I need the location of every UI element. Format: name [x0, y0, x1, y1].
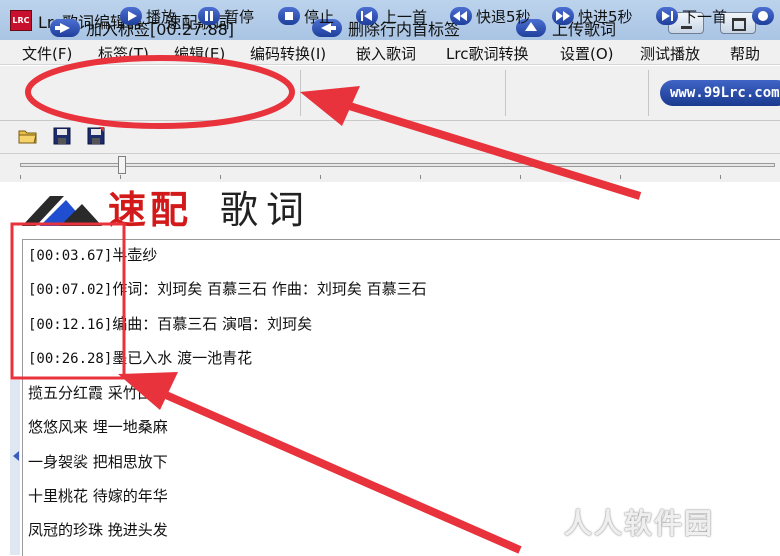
save-as-icon[interactable] [86, 126, 106, 146]
menu-tag[interactable]: 标签(T) [98, 43, 149, 64]
menu-test-play[interactable]: 测试播放 [640, 43, 700, 64]
gutter-arrow-icon [13, 451, 19, 461]
menu-edit[interactable]: 编辑(E) [174, 43, 225, 64]
stop-icon [278, 7, 300, 25]
next-icon [656, 7, 678, 25]
lyric-text: 作词：刘珂矣 百慕三石 作曲：刘珂矣 百慕三石 [112, 280, 427, 298]
rewind-icon [450, 7, 472, 25]
open-folder-icon[interactable] [18, 126, 38, 146]
progress-slider[interactable] [20, 163, 775, 167]
fast-forward-icon [552, 7, 574, 25]
lyric-line[interactable]: [00:12.16]编曲：百慕三石 演唱：刘珂矣 [28, 313, 312, 334]
pause-label: 暂停 [224, 7, 255, 26]
menu-settings[interactable]: 设置(O) [560, 43, 614, 64]
previous-label: 上一首 [382, 7, 428, 26]
website-link-button[interactable]: www.99Lrc.com [660, 80, 780, 106]
pause-button[interactable]: 暂停 [198, 6, 254, 26]
previous-track-button[interactable]: 上一首 [356, 6, 427, 26]
toolbar-separator [505, 70, 506, 116]
menu-encoding[interactable]: 编码转换(I) [250, 43, 326, 64]
next-label: 下一首 [682, 7, 728, 26]
lyric-text: 揽五分红霞 采竹回家 [28, 384, 168, 402]
lyric-line[interactable]: [00:26.28]墨已入水 渡一池青花 [28, 347, 252, 368]
record-icon [752, 7, 774, 25]
toolbar-separator [300, 70, 301, 116]
logo-text-black: 歌词 [220, 188, 313, 232]
slider-ticks [20, 175, 775, 179]
forward-label: 快进5秒 [578, 7, 633, 26]
lyric-timestamp: [00:26.28] [28, 351, 113, 367]
play-icon [120, 7, 142, 25]
logo-mark-icon [22, 196, 102, 226]
lyric-text: 凤冠的珍珠 挽进头发 [28, 521, 168, 539]
menu-embed-lyrics[interactable]: 嵌入歌词 [356, 43, 416, 64]
lyric-text: 悠悠风来 埋一地桑麻 [28, 418, 168, 436]
lyric-line[interactable]: 揽五分红霞 采竹回家 [28, 382, 168, 403]
lyric-line[interactable]: [00:07.02]作词：刘珂矣 百慕三石 作曲：刘珂矣 百慕三石 [28, 278, 427, 299]
stop-button[interactable]: 停止 [278, 6, 334, 26]
toolbar-separator [648, 70, 649, 116]
forward-5s-button[interactable]: 快进5秒 [552, 6, 633, 26]
lyric-text: 半壶纱 [112, 246, 158, 264]
progress-slider-thumb[interactable] [118, 156, 126, 174]
play-button[interactable]: 播放 [120, 6, 176, 26]
rewind-5s-button[interactable]: 快退5秒 [450, 6, 531, 26]
menu-help[interactable]: 帮助 [730, 43, 760, 64]
lyric-timestamp: [00:07.02] [28, 282, 113, 298]
lyric-text: 编曲：百慕三石 演唱：刘珂矣 [112, 315, 313, 333]
lyric-timestamp: [00:03.67] [28, 248, 113, 264]
lyric-text: 十里桃花 待嫁的年华 [28, 487, 168, 505]
record-button[interactable] [752, 6, 778, 26]
next-track-button[interactable]: 下一首 [656, 6, 727, 26]
lyric-text: 一身袈裟 把相思放下 [28, 453, 168, 471]
playback-toolbar [0, 121, 780, 154]
menu-lrc-convert[interactable]: Lrc歌词转换 [446, 43, 528, 64]
lyric-line[interactable]: [00:03.67]半壶纱 [28, 244, 157, 265]
pause-icon [198, 7, 220, 25]
logo-text-red: 速配 [108, 187, 193, 232]
lyric-timestamp: [00:12.16] [28, 317, 113, 333]
lyric-line[interactable]: 凤冠的珍珠 挽进头发 [28, 519, 168, 540]
previous-icon [356, 7, 378, 25]
editor-gutter [10, 380, 20, 555]
menu-bar: 文件(F) 标签(T) 编辑(E) 编码转换(I) 嵌入歌词 Lrc歌词转换 设… [0, 40, 780, 65]
stop-label: 停止 [304, 7, 335, 26]
lyric-line[interactable]: 悠悠风来 埋一地桑麻 [28, 416, 168, 437]
rewind-label: 快退5秒 [476, 7, 531, 26]
play-label: 播放 [146, 7, 177, 26]
lyric-line[interactable]: 一身袈裟 把相思放下 [28, 451, 168, 472]
arrow-right-icon [50, 19, 80, 37]
app-icon: LRC [10, 10, 32, 31]
save-icon[interactable] [52, 126, 72, 146]
lyric-text: 墨已入水 渡一池青花 [112, 349, 253, 367]
watermark: 人人软件园 [564, 507, 715, 540]
menu-file[interactable]: 文件(F) [22, 43, 72, 64]
lyric-line[interactable]: 十里桃花 待嫁的年华 [28, 485, 168, 506]
